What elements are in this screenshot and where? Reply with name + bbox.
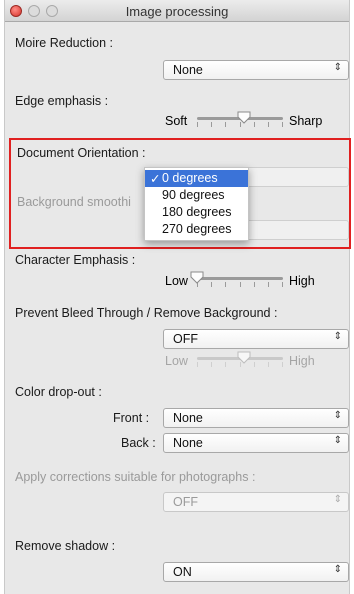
remove-shadow-label: Remove shadow :: [15, 539, 116, 553]
slider-tick: [211, 122, 212, 127]
character-emphasis-label: Character Emphasis :: [15, 253, 136, 267]
moire-reduction-label: Moire Reduction :: [15, 36, 113, 50]
photo-corrections-select: OFF ⇕: [163, 492, 349, 512]
remove-shadow-value: ON: [173, 565, 192, 579]
photo-corrections-value: OFF: [173, 495, 198, 509]
prevent-bleed-select[interactable]: OFF ⇕: [163, 329, 349, 349]
color-dropout-front-value: None: [173, 411, 203, 425]
slider-thumb-icon[interactable]: [190, 271, 204, 284]
slider-tick: [211, 282, 212, 287]
select-arrow-icon: ⇕: [333, 410, 342, 421]
select-arrow-icon: ⇕: [333, 331, 342, 342]
slider-tick: [211, 362, 212, 367]
window-title: Image processing: [125, 4, 229, 19]
color-dropout-back-label: Back :: [121, 436, 156, 450]
edge-emphasis-label: Edge emphasis :: [15, 94, 109, 108]
slider-tick: [282, 122, 283, 127]
edge-emphasis-low-label: Soft: [165, 114, 188, 128]
prevent-bleed-high-label: High: [289, 354, 315, 368]
slider-tick: [254, 122, 255, 127]
photo-corrections-label: Apply corrections suitable for photograp…: [15, 470, 256, 484]
slider-thumb-icon[interactable]: [237, 111, 251, 124]
slider-thumb-icon: [237, 351, 251, 364]
edge-emphasis-slider[interactable]: Soft Sharp: [165, 111, 322, 131]
select-arrow-icon: ⇕: [333, 494, 342, 505]
slider-tick: [225, 362, 226, 367]
color-dropout-front-select[interactable]: None ⇕: [163, 408, 349, 428]
remove-shadow-select[interactable]: ON ⇕: [163, 562, 349, 582]
prevent-bleed-low-label: Low: [165, 354, 188, 368]
slider-tick: [225, 282, 226, 287]
character-emphasis-high-label: High: [289, 274, 315, 288]
title-bar: Image processing: [5, 0, 349, 22]
character-emphasis-slider[interactable]: Low High: [165, 271, 315, 291]
slider-tick: [268, 282, 269, 287]
edge-emphasis-high-label: Sharp: [289, 114, 323, 128]
prevent-bleed-slider: Low High: [165, 351, 315, 371]
orientation-option-270[interactable]: 270 degrees: [145, 221, 248, 238]
color-dropout-back-select[interactable]: None ⇕: [163, 433, 349, 453]
slider-tick: [197, 122, 198, 127]
slider-tick: [268, 362, 269, 367]
document-orientation-menu: ✓ 0 degrees 90 degrees 180 degrees 270 d…: [144, 167, 249, 241]
prevent-bleed-value: OFF: [173, 332, 198, 346]
slider-tick: [282, 282, 283, 287]
slider-tick: [225, 122, 226, 127]
slider-tick: [282, 362, 283, 367]
slider-tick: [197, 362, 198, 367]
select-arrow-icon: ⇕: [333, 62, 342, 73]
select-arrow-icon: ⇕: [333, 564, 342, 575]
select-arrow-icon: ⇕: [333, 435, 342, 446]
slider-tick: [268, 122, 269, 127]
image-processing-window: Image processing Moire Reduction : None …: [4, 0, 350, 594]
prevent-bleed-label: Prevent Bleed Through / Remove Backgroun…: [15, 306, 278, 320]
slider-tick: [254, 282, 255, 287]
color-dropout-label: Color drop-out :: [15, 385, 102, 399]
moire-reduction-value: None: [173, 63, 203, 77]
checkmark-icon: ✓: [150, 172, 161, 186]
slider-ticks: [197, 282, 283, 287]
color-dropout-back-value: None: [173, 436, 203, 450]
orientation-option-90[interactable]: 90 degrees: [145, 187, 248, 204]
color-dropout-front-label: Front :: [113, 411, 150, 425]
slider-tick: [254, 362, 255, 367]
character-emphasis-low-label: Low: [165, 274, 188, 288]
slider-tick: [240, 282, 241, 287]
moire-reduction-select[interactable]: None ⇕: [163, 60, 349, 80]
orientation-option-180[interactable]: 180 degrees: [145, 204, 248, 221]
slider-track: [197, 277, 283, 280]
orientation-option-0[interactable]: ✓ 0 degrees: [145, 170, 248, 187]
